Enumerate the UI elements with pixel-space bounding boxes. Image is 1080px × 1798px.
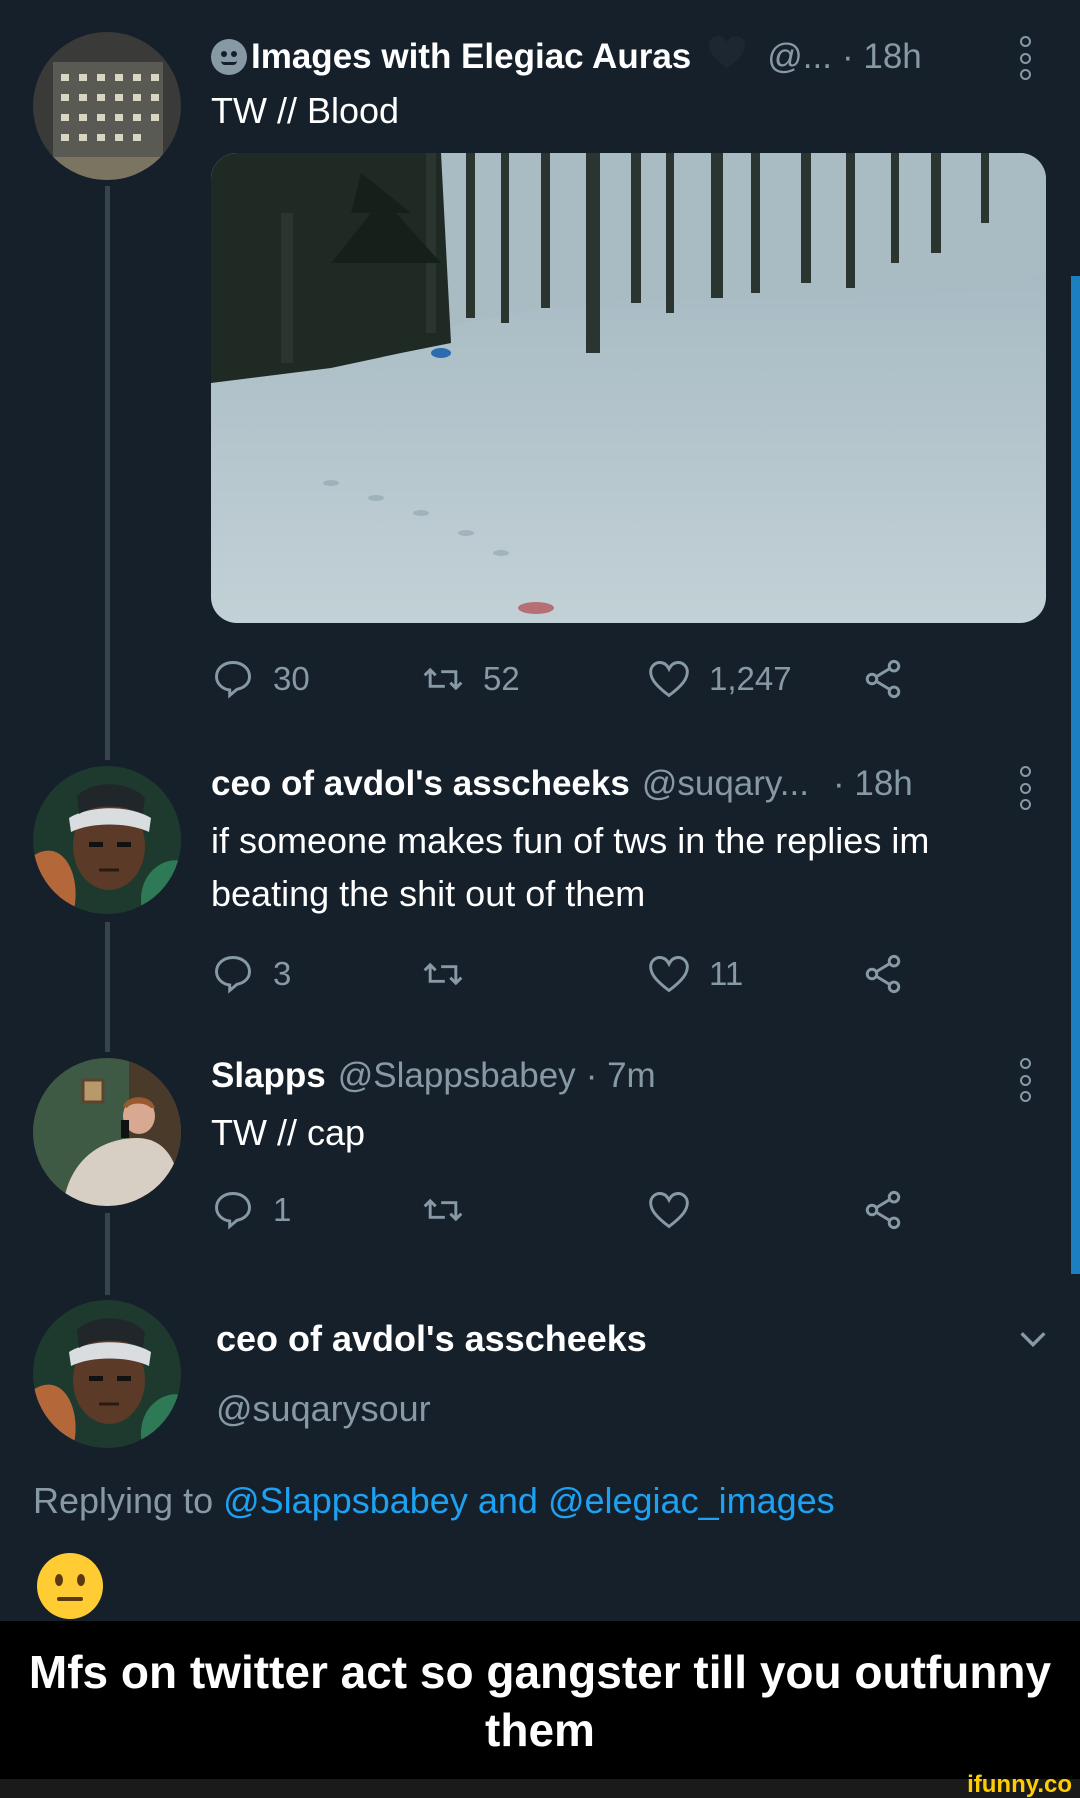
- ifunny-watermark: ifunny.co: [967, 1771, 1072, 1798]
- tweet-text: if someone makes fun of tws in the repli…: [211, 820, 930, 914]
- anime-character-avatar-image: [33, 1300, 181, 1448]
- tweet-actions: 1: [211, 1185, 931, 1235]
- black-heart-emoji-icon: [707, 34, 747, 79]
- like-button[interactable]: 1,247: [647, 654, 792, 704]
- user-handle[interactable]: @Slappsbabey: [338, 1056, 576, 1096]
- tweet-header: Images with Elegiac Auras @... · 18h: [211, 34, 930, 79]
- reply-count: 3: [273, 955, 292, 992]
- mention-link[interactable]: @Slappsbabey: [223, 1480, 468, 1521]
- retweet-icon: [423, 667, 463, 691]
- reply-count: 1: [273, 1191, 292, 1228]
- reply-count: 30: [273, 660, 310, 697]
- user-handle[interactable]: @...: [767, 37, 832, 77]
- avatar[interactable]: [33, 766, 181, 914]
- more-options-icon[interactable]: [1012, 1058, 1038, 1102]
- tweet-actions: 3 11: [211, 949, 931, 999]
- tweet-time: · 18h: [841, 36, 922, 76]
- tweet-text: TW // Blood: [211, 90, 400, 131]
- share-icon: [865, 659, 901, 699]
- like-button[interactable]: [647, 1185, 709, 1235]
- mention-conjunction: and: [477, 1480, 538, 1521]
- retweet-icon: [423, 962, 463, 986]
- more-options-icon[interactable]: [1012, 36, 1038, 80]
- like-count: 11: [709, 955, 744, 992]
- like-count: 1,247: [709, 660, 792, 697]
- retweet-button[interactable]: [421, 949, 483, 999]
- heart-icon: [649, 661, 689, 698]
- like-button[interactable]: 11: [647, 949, 743, 999]
- tweet-text: TW // cap: [211, 1112, 366, 1153]
- avatar[interactable]: [33, 32, 181, 180]
- display-name[interactable]: Images with Elegiac Auras: [251, 37, 691, 77]
- heart-icon: [649, 956, 689, 993]
- avatar[interactable]: [33, 1300, 181, 1448]
- mention-link[interactable]: @elegiac_images: [548, 1480, 835, 1521]
- reply-button[interactable]: 30: [211, 654, 310, 704]
- more-options-icon[interactable]: [1012, 766, 1038, 810]
- building-avatar-image: [33, 32, 181, 180]
- share-button[interactable]: [861, 654, 923, 704]
- user-handle[interactable]: @suqary...: [642, 764, 809, 804]
- selfie-avatar-image: [33, 1058, 181, 1206]
- tweet-header: ceo of avdol's asscheeks @suqary... · 18…: [211, 764, 921, 804]
- avatar[interactable]: [33, 1058, 181, 1206]
- tweet-time: · 7m: [585, 1056, 656, 1095]
- retweet-icon: [423, 1198, 463, 1222]
- user-handle[interactable]: @suqarysour: [216, 1388, 431, 1430]
- reply-icon: [215, 661, 251, 699]
- tweet-time: · 18h: [832, 764, 913, 803]
- display-name[interactable]: ceo of avdol's asscheeks: [216, 1318, 647, 1360]
- reply-button[interactable]: 3: [211, 949, 291, 999]
- anime-character-avatar-image: [33, 766, 181, 914]
- reply-icon: [215, 956, 251, 994]
- share-button[interactable]: [861, 1185, 923, 1235]
- display-name[interactable]: Slapps: [211, 1056, 326, 1096]
- thread-connector: [105, 186, 110, 760]
- meme-caption: Mfs on twitter act so gangster till you …: [0, 1621, 1080, 1779]
- retweet-button[interactable]: 52: [421, 654, 520, 704]
- thread-connector: [105, 1213, 110, 1295]
- replying-to-label: Replying to: [33, 1480, 214, 1521]
- tweet-media-image[interactable]: [211, 153, 1046, 623]
- retweet-count: 52: [483, 660, 520, 697]
- snowy-forest-image: [211, 153, 1046, 623]
- share-icon: [865, 954, 901, 994]
- share-icon: [865, 1190, 901, 1230]
- twitter-thread-screen: Images with Elegiac Auras @... · 18h TW …: [0, 0, 1080, 1621]
- neutral-face-emoji-icon: [36, 1552, 104, 1620]
- reply-button[interactable]: 1: [211, 1185, 291, 1235]
- heart-icon: [649, 1192, 689, 1229]
- neutral-face-emoji-icon: [211, 38, 247, 75]
- reply-icon: [215, 1192, 251, 1230]
- tweet-actions: 30 52 1,247: [211, 654, 931, 704]
- replying-to-line: Replying to @Slappsbabey and @elegiac_im…: [33, 1480, 835, 1522]
- share-button[interactable]: [861, 949, 923, 999]
- thread-connector: [105, 922, 110, 1052]
- chevron-down-icon[interactable]: [1016, 1322, 1050, 1356]
- tweet-header: Slapps @Slappsbabey · 7m: [211, 1056, 664, 1096]
- retweet-button[interactable]: [421, 1185, 483, 1235]
- footer-bar: ifunny.co: [0, 1771, 1080, 1798]
- display-name[interactable]: ceo of avdol's asscheeks: [211, 764, 630, 804]
- scrollbar[interactable]: [1071, 276, 1080, 1274]
